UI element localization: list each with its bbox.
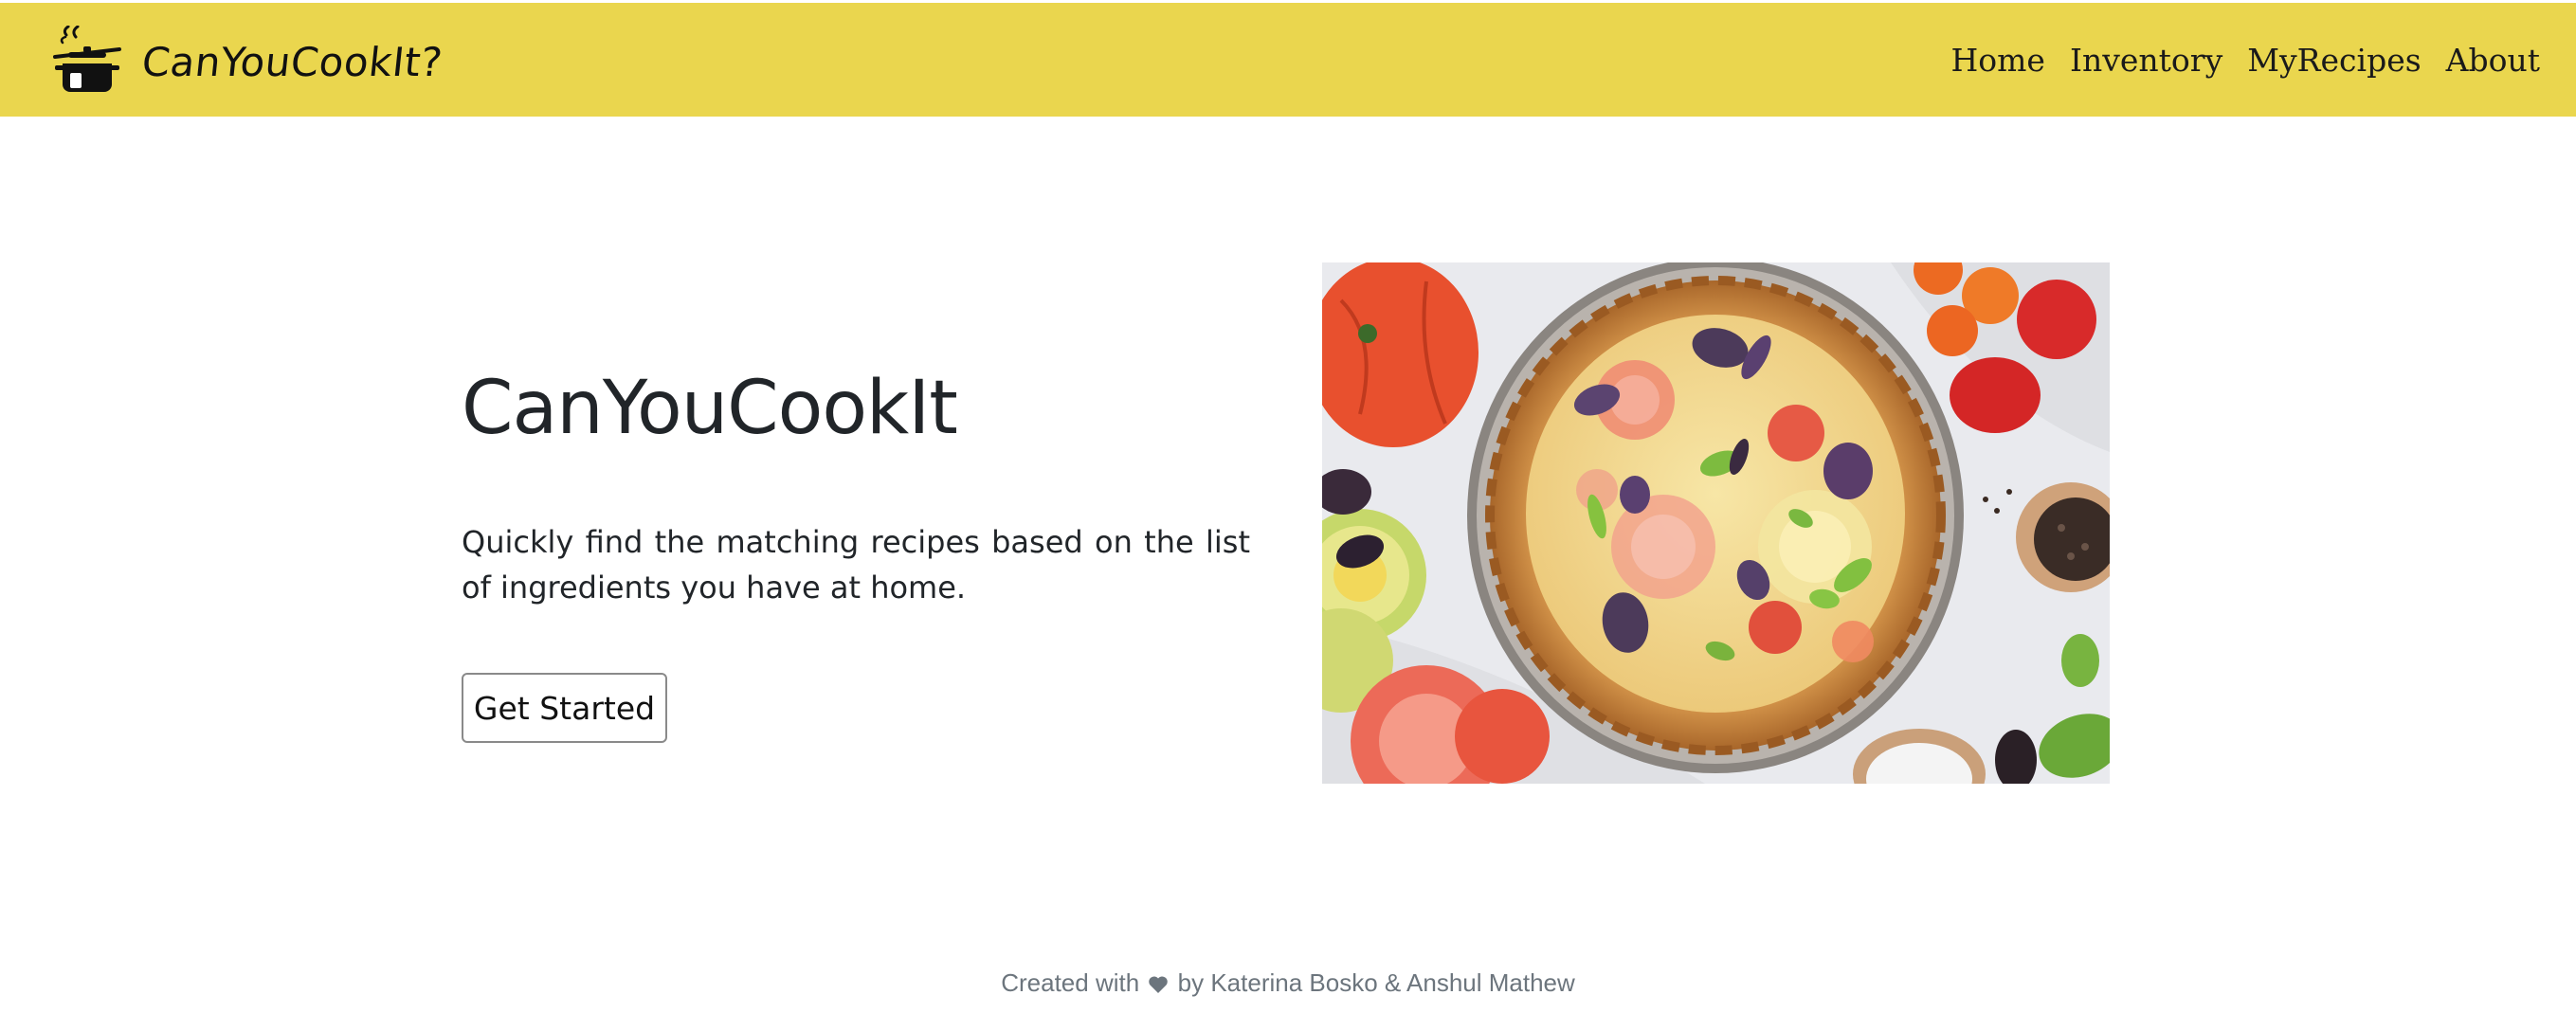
tomato-quiche-illustration [1322,262,2110,784]
hero-description: Quickly find the matching recipes based … [462,524,1250,606]
nav-home-link[interactable]: Home [1950,42,2044,79]
nav-about-link[interactable]: About [2446,42,2540,79]
heart-icon [1149,976,1169,994]
footer: Created with by Katerina Bosko & Anshul … [0,968,2576,998]
brand-name: CanYouCookIt? [139,38,445,85]
cooking-pot-icon [53,26,121,92]
hero-title: CanYouCookIt [462,366,958,451]
footer-credits: by Katerina Bosko & Anshul Mathew [1177,968,1575,997]
navbar: CanYouCookIt? Home Inventory MyRecipes A… [0,3,2576,117]
footer-prefix: Created with [1001,968,1140,997]
nav-inventory-link[interactable]: Inventory [2070,42,2222,79]
page: CanYouCookIt? Home Inventory MyRecipes A… [0,0,2576,1031]
get-started-button[interactable]: Get Started [462,673,667,743]
brand-link[interactable]: CanYouCookIt? [51,26,445,98]
quiche-image [1322,262,2110,784]
nav-myrecipes-link[interactable]: MyRecipes [2247,42,2421,79]
nav-links: Home Inventory MyRecipes About [1926,3,2540,117]
